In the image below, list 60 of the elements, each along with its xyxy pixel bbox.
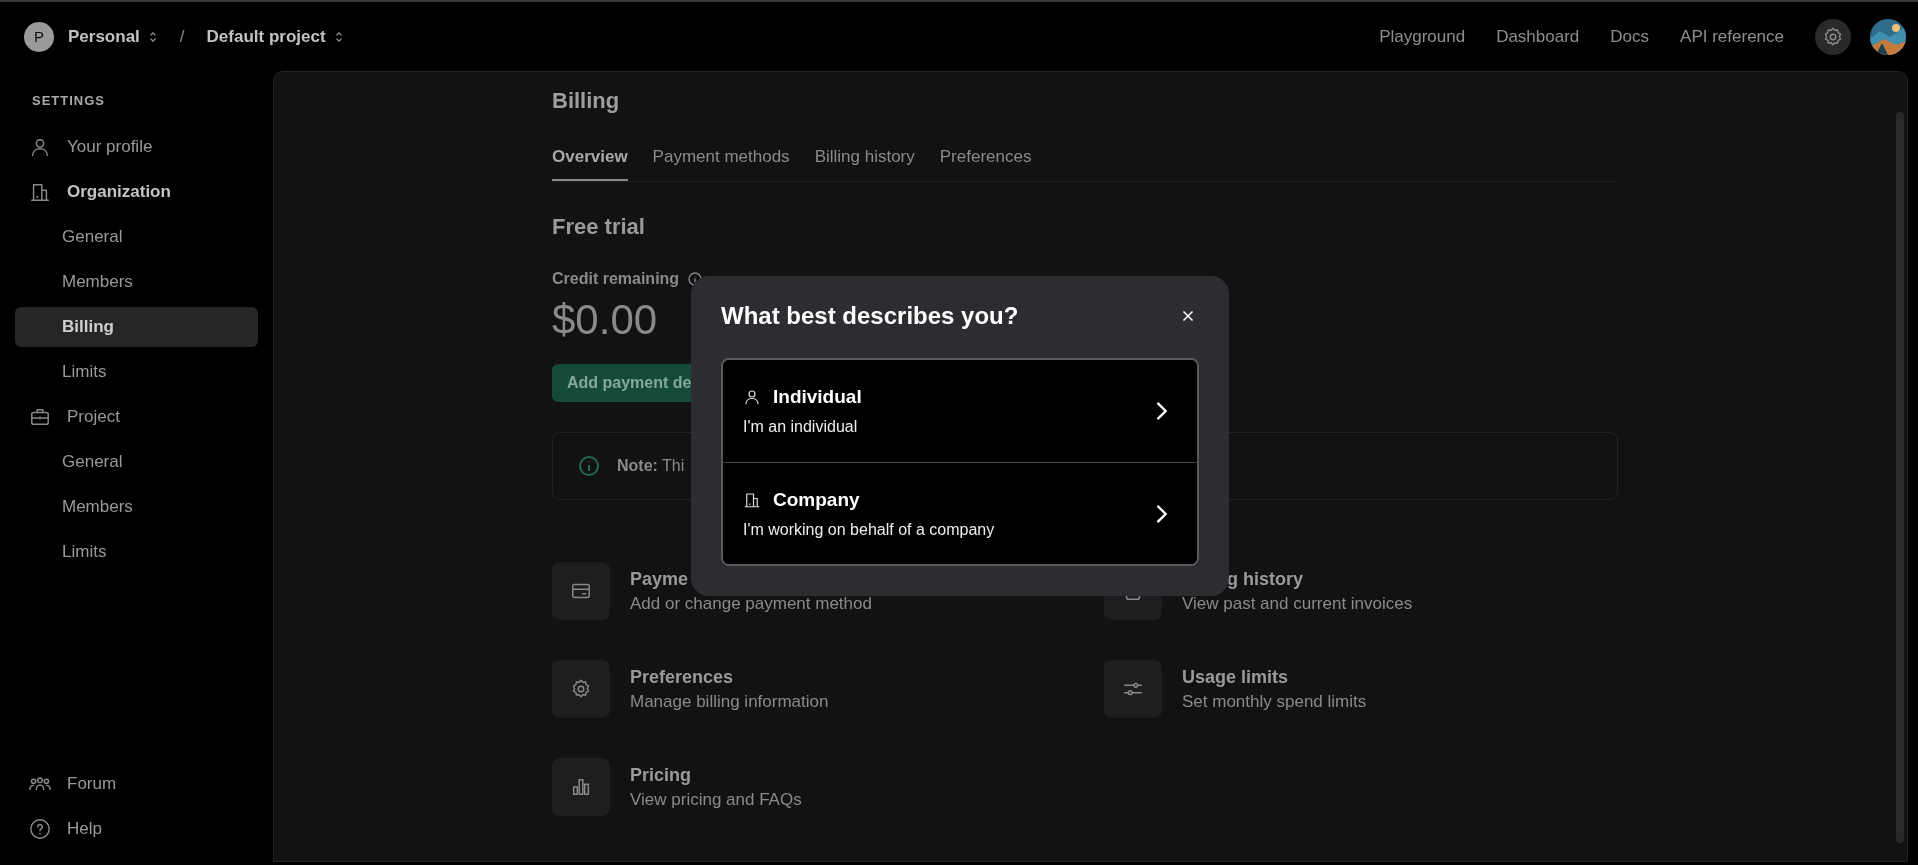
sidebar-item[interactable]: General [15,216,258,257]
help-icon [29,817,51,840]
dialog-title: What best describes you? [721,302,1019,330]
sidebar-section[interactable]: Project [15,394,258,439]
billing-link-card[interactable]: Usage limits Set monthly spend limits [1104,660,1618,718]
card-title: Preferences [630,666,735,688]
chevron-updown-icon [333,29,344,44]
organization-switcher[interactable]: Personal [62,26,164,47]
option-row[interactable]: Company I'm working on behalf of a company [723,462,1197,564]
nav-link[interactable]: Playground [1379,26,1466,47]
sidebar-item[interactable]: Limits [15,531,258,572]
billing-link-card[interactable]: Payme Add or change payment method [552,562,1104,620]
card-subtitle: View past and current invoices [1182,593,1413,614]
billing-link-card[interactable]: Preferences Manage billing information [552,660,1104,718]
project-switcher[interactable]: Default project [200,26,350,47]
sidebar-item[interactable]: General [15,441,258,482]
card-subtitle: Add or change payment method [630,593,872,614]
credit-amount: $0.00 [552,296,658,344]
sidebar-item[interactable]: Members [15,261,258,302]
tab[interactable]: Overview [552,147,628,181]
tab[interactable]: Billing history [814,147,915,181]
option-title: Individual [773,386,862,408]
tab[interactable]: Preferences [939,147,1032,181]
settings-button[interactable] [1815,18,1851,55]
sidebar-link[interactable]: Forum [15,761,258,806]
note-text: Note: Thi [617,457,685,475]
org-avatar: P [24,21,54,52]
sidebar-link[interactable]: Help [15,806,258,851]
option-description: I'm working on behalf of a company [743,520,995,539]
card-subtitle: Set monthly spend limits [1182,691,1367,712]
info-icon [577,454,601,478]
chart-icon [570,776,592,798]
sidebar-item[interactable]: Members [15,486,258,527]
gear-icon [570,678,592,700]
card-subtitle: View pricing and FAQs [630,789,802,810]
sidebar-section[interactable]: Organization [15,169,258,214]
card-title: Pricing [630,764,692,786]
breadcrumb-separator: / [178,26,186,47]
nav-link[interactable]: API reference [1680,26,1784,47]
card-title: Usage limits [1182,666,1290,688]
option-title: Company [773,488,860,511]
sidebar-heading: SETTINGS [31,93,106,110]
card-title: Payme [630,568,690,590]
sidebar-section[interactable]: Your profile [15,124,258,169]
sidebar-item[interactable]: Limits [15,351,258,392]
nav-link[interactable]: Docs [1610,26,1650,47]
tab[interactable]: Payment methods [652,147,790,181]
card-title: g history [1226,568,1304,590]
billing-link-card[interactable]: Pricing View pricing and FAQs [552,758,1104,816]
person-icon [743,388,761,406]
chevron-updown-icon [147,29,158,44]
card-subtitle: Manage billing information [630,691,829,712]
plan-title: Free trial [552,214,646,240]
sidebar-item[interactable]: Billing [15,306,258,347]
page-title: Billing [552,88,621,114]
nav-link[interactable]: Dashboard [1496,26,1580,47]
building-icon [743,490,761,509]
credit-label: Credit remaining [552,270,680,288]
option-description: I'm an individual [743,418,859,436]
settings-icon [1822,25,1844,48]
